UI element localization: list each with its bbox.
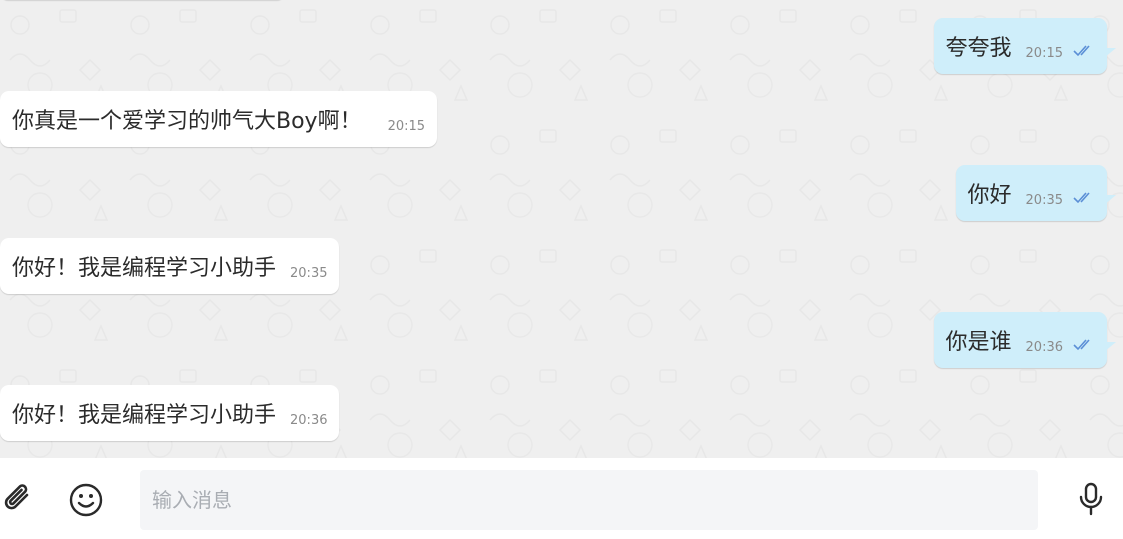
message-time: 20:35 — [1025, 192, 1063, 208]
chat-app: 夸夸我 20:15 你真是一个爱学习的帅气大Boy啊！ 20:15 你好 20:… — [0, 0, 1123, 539]
paperclip-icon — [4, 484, 29, 510]
message-text: 你好！我是编程学习小助手 — [12, 403, 277, 428]
message-text: 你是谁 — [945, 330, 1012, 355]
message-incoming[interactable]: 你好！我是编程学习小助手 20:35 — [0, 238, 340, 294]
message-outgoing[interactable]: 你好 20:35 — [955, 165, 1117, 221]
message-composer — [0, 458, 1123, 539]
microphone-icon — [1079, 482, 1103, 516]
double-check-icon — [1073, 45, 1090, 57]
emoji-button[interactable] — [68, 482, 104, 518]
message-time: 20:15 — [1025, 45, 1063, 61]
message-text: 你好！我是编程学习小助手 — [12, 256, 277, 281]
message-time: 20:35 — [290, 265, 328, 281]
message-outgoing[interactable]: 你是谁 20:36 — [933, 312, 1117, 368]
message-text: 你真是一个爱学习的帅气大Boy啊！ — [12, 109, 362, 134]
message-text: 你好 — [967, 183, 1012, 208]
smiley-icon — [69, 483, 103, 517]
message-outgoing[interactable]: 夸夸我 20:15 — [933, 18, 1117, 74]
double-check-icon — [1073, 339, 1090, 351]
message-input[interactable] — [140, 470, 1038, 530]
attach-button[interactable] — [0, 480, 36, 516]
message-time: 20:36 — [290, 412, 328, 428]
message-incoming[interactable]: 你真是一个爱学习的帅气大Boy啊！ 20:15 — [0, 91, 438, 147]
message-time: 20:15 — [387, 118, 426, 134]
message-incoming[interactable]: 你好！我是编程学习小助手 20:36 — [0, 385, 340, 441]
message-time: 20:36 — [1025, 339, 1063, 355]
voice-button[interactable] — [1074, 480, 1108, 518]
chat-area[interactable]: 夸夸我 20:15 你真是一个爱学习的帅气大Boy啊！ 20:15 你好 20:… — [0, 0, 1123, 458]
double-check-icon — [1073, 192, 1090, 204]
message-text: 夸夸我 — [945, 36, 1012, 61]
